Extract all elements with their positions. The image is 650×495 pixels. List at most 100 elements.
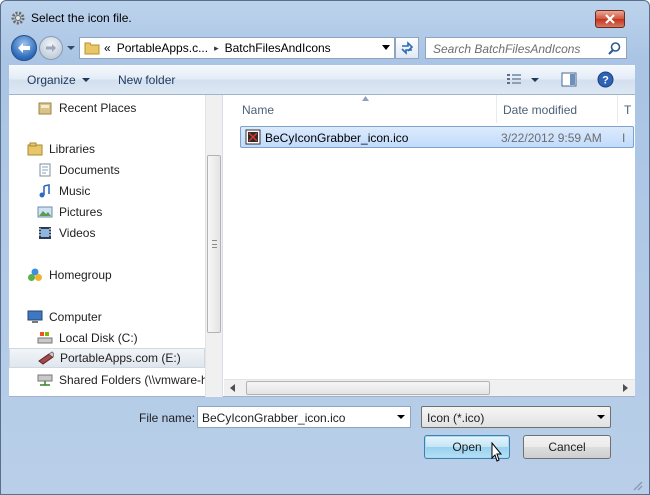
new-folder-button[interactable]: New folder — [118, 73, 175, 87]
column-name-label: Name — [242, 103, 275, 117]
videos-icon — [39, 227, 51, 239]
breadcrumb-separator[interactable]: ▸ — [214, 43, 219, 54]
address-row: « PortableApps.c... ▸ BatchFilesAndIcons… — [1, 33, 649, 63]
file-type-value: Icon (*.ico) — [427, 411, 485, 425]
scroll-right-icon[interactable] — [623, 384, 629, 392]
file-name-input[interactable]: BeCyIconGrabber_icon.ico — [197, 406, 411, 428]
nav-item-local-disk[interactable]: Local Disk (C:) — [37, 328, 138, 348]
chevron-down-icon[interactable] — [597, 415, 605, 419]
nav-item-computer[interactable]: Computer — [27, 307, 102, 327]
scroll-left-icon[interactable] — [230, 384, 236, 392]
address-bar[interactable]: « PortableApps.c... ▸ BatchFilesAndIcons — [79, 37, 395, 59]
pictures-icon — [37, 206, 53, 218]
local-disk-icon — [37, 332, 53, 344]
search-placeholder: Search BatchFilesAndIcons — [433, 42, 581, 56]
file-name: BeCyIconGrabber_icon.ico — [265, 131, 409, 145]
resize-grip-icon[interactable] — [631, 479, 643, 491]
chevron-down-icon[interactable] — [382, 45, 390, 51]
file-horizontal-scrollbar[interactable] — [224, 379, 635, 396]
nav-item-pictures[interactable]: Pictures — [37, 202, 102, 222]
search-icon[interactable] — [608, 42, 621, 55]
column-type-label: T — [624, 103, 632, 117]
file-list: Name Date modified T BeCyIconGrabber_ico… — [224, 95, 635, 397]
chevron-down-icon — [81, 78, 90, 82]
music-icon — [39, 184, 50, 198]
recent-places-icon — [38, 102, 52, 115]
title-bar[interactable]: Select the icon file. — [1, 1, 649, 33]
documents-icon — [39, 163, 51, 177]
organize-label: Organize — [27, 73, 76, 87]
sort-ascending-icon — [362, 96, 369, 101]
nav-label: Libraries — [49, 142, 96, 156]
gear-icon — [11, 11, 25, 25]
breadcrumb-portableapps[interactable]: PortableApps.c... — [117, 41, 208, 55]
view-dropdown-caret[interactable] — [531, 78, 539, 82]
open-button-label: Open — [452, 440, 482, 454]
breadcrumb-batchfiles[interactable]: BatchFilesAndIcons — [225, 41, 331, 55]
file-type: I — [622, 131, 626, 145]
window-title: Select the icon file. — [31, 11, 132, 25]
column-header-type[interactable]: T — [618, 95, 635, 123]
nav-scroll-thumb[interactable] — [207, 155, 221, 333]
content-area: Recent Places Libraries Documents Music … — [9, 95, 635, 397]
libraries-icon — [27, 142, 43, 156]
search-input[interactable]: Search BatchFilesAndIcons — [425, 37, 627, 59]
file-scroll-thumb[interactable] — [246, 381, 490, 395]
nav-label: Computer — [49, 310, 102, 324]
nav-item-documents[interactable]: Documents — [37, 160, 120, 180]
close-icon — [605, 14, 615, 24]
refresh-button[interactable] — [395, 37, 419, 59]
nav-item-music[interactable]: Music — [37, 181, 90, 201]
close-button[interactable] — [595, 10, 625, 28]
ico-file-icon — [245, 129, 261, 145]
arrow-left-icon — [18, 43, 30, 53]
nav-item-recent-places[interactable]: Recent Places — [37, 98, 136, 118]
nav-label: Pictures — [59, 205, 103, 219]
command-bar: Organize New folder ? — [9, 65, 635, 95]
view-options-icon[interactable] — [506, 72, 522, 86]
nav-label: Local Disk (C:) — [59, 331, 138, 345]
file-name-label: File name: — [139, 411, 196, 425]
column-header-date-modified[interactable]: Date modified — [497, 95, 618, 123]
folder-icon — [84, 42, 100, 55]
nav-label: Music — [59, 184, 91, 198]
nav-label: Videos — [59, 226, 96, 240]
nav-label: Documents — [59, 163, 120, 177]
nav-item-homegroup[interactable]: Homegroup — [27, 265, 112, 285]
grip-icon — [212, 240, 217, 248]
address-overflow[interactable]: « — [104, 41, 111, 55]
nav-item-videos[interactable]: Videos — [37, 223, 95, 243]
computer-icon — [27, 310, 43, 323]
nav-label: Shared Folders (\\vmware-h — [59, 373, 208, 387]
recent-pages-dropdown[interactable] — [67, 44, 75, 52]
organize-button[interactable]: Organize — [27, 73, 90, 87]
navigation-pane: Recent Places Libraries Documents Music … — [9, 95, 223, 397]
nav-item-shared-folders[interactable]: Shared Folders (\\vmware-h — [37, 370, 208, 390]
file-open-dialog: Select the icon file. « PortableApps.c..… — [0, 0, 650, 495]
mouse-cursor-icon — [491, 442, 503, 462]
column-header-name[interactable]: Name — [224, 95, 497, 123]
column-date-label: Date modified — [503, 103, 578, 117]
chevron-down-icon[interactable] — [397, 415, 405, 419]
forward-button[interactable] — [39, 36, 63, 60]
back-button[interactable] — [11, 35, 37, 61]
network-drive-icon — [37, 374, 53, 386]
nav-label: PortableApps.com (E:) — [60, 351, 181, 365]
nav-item-libraries[interactable]: Libraries — [27, 139, 95, 159]
cancel-button-label: Cancel — [548, 440, 586, 454]
file-type-select[interactable]: Icon (*.ico) — [421, 406, 611, 428]
help-icon[interactable]: ? — [597, 71, 614, 88]
usb-drive-icon — [38, 351, 54, 365]
nav-label: Recent Places — [59, 101, 137, 115]
file-date: 3/22/2012 9:59 AM — [501, 131, 602, 145]
file-row-selected[interactable]: BeCyIconGrabber_icon.ico 3/22/2012 9:59 … — [240, 126, 634, 148]
new-folder-label: New folder — [118, 73, 176, 87]
preview-pane-icon[interactable] — [561, 72, 577, 87]
homegroup-icon — [28, 268, 42, 281]
file-name-value: BeCyIconGrabber_icon.ico — [202, 411, 346, 425]
nav-item-portableapps[interactable]: PortableApps.com (E:) — [9, 348, 205, 368]
svg-text:?: ? — [602, 75, 609, 87]
cancel-button[interactable]: Cancel — [523, 435, 611, 459]
arrow-right-icon — [46, 44, 56, 52]
nav-vertical-scrollbar[interactable] — [205, 95, 222, 397]
